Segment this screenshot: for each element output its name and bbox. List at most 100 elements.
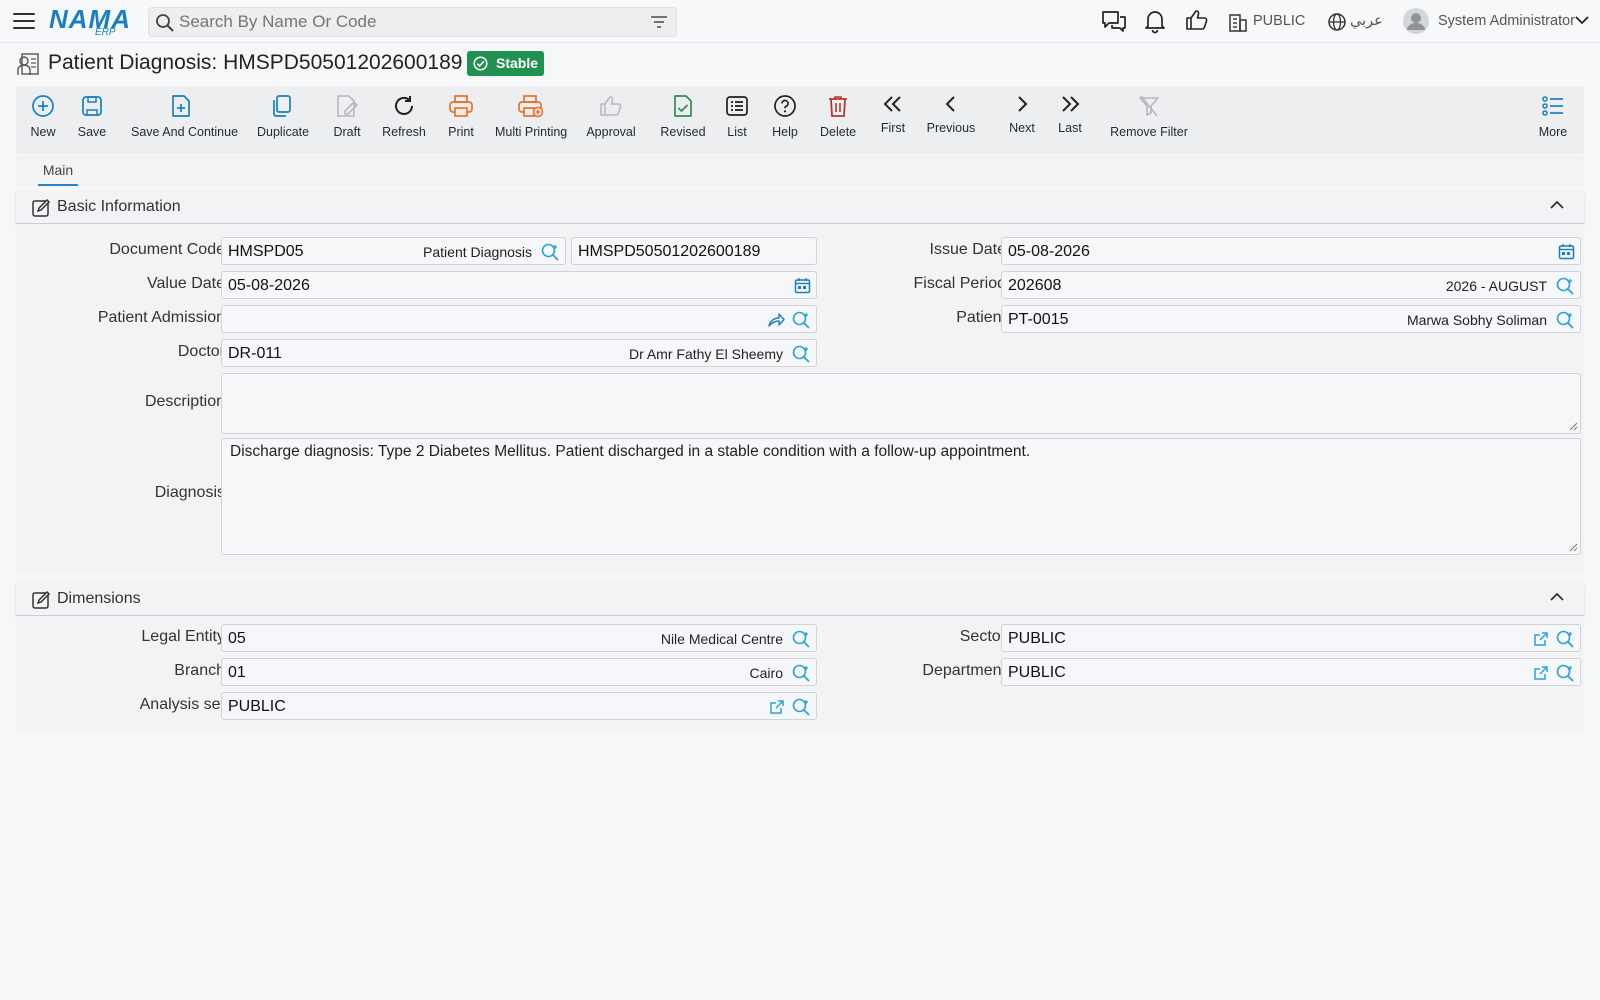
multi-printing-label: Multi Printing (495, 125, 568, 139)
chat-icon[interactable] (1101, 8, 1127, 34)
analysis-set-field[interactable]: PUBLIC (221, 692, 817, 720)
document-number-value: HMSPD50501202600189 (578, 243, 761, 260)
lookup-search-icon[interactable] (1556, 630, 1574, 648)
lookup-search-icon[interactable] (1556, 311, 1574, 329)
logo[interactable]: NAMA ERP (49, 6, 131, 38)
document-code-field[interactable]: HMSPD05 Patient Diagnosis (221, 237, 566, 265)
refresh-button[interactable]: Refresh (381, 94, 427, 139)
legal-entity-value: 05 (228, 630, 246, 647)
filter-icon[interactable] (650, 14, 668, 30)
diagnosis-value: Discharge diagnosis: Type 2 Diabetes Mel… (230, 443, 1031, 460)
sector-value: PUBLIC (1008, 630, 1066, 647)
lookup-search-icon[interactable] (1556, 664, 1574, 682)
search-icon (156, 14, 174, 32)
filter-off-icon (1139, 95, 1159, 117)
section-header[interactable]: Basic Information (16, 190, 1584, 224)
help-button[interactable]: Help (772, 94, 798, 139)
plus-circle-icon (32, 95, 54, 117)
more-button[interactable]: More (1538, 94, 1568, 139)
draft-button[interactable]: Draft (332, 94, 362, 139)
print-button[interactable]: Print (446, 94, 476, 139)
edit-icon (32, 590, 51, 609)
doctor-field[interactable]: DR-011 Dr Amr Fathy El Sheemy (221, 339, 817, 367)
lookup-search-icon[interactable] (792, 630, 810, 648)
lookup-search-icon[interactable] (792, 345, 810, 363)
resize-handle-icon[interactable] (1568, 542, 1578, 552)
document-number-field[interactable]: HMSPD50501202600189 (571, 237, 817, 265)
branch-field[interactable]: 01 Cairo (221, 658, 817, 686)
chevron-down-icon[interactable] (1575, 15, 1589, 25)
sector-label: Sector (959, 628, 1006, 645)
list-button[interactable]: List (724, 94, 750, 139)
avatar-icon[interactable] (1402, 7, 1430, 35)
patient-admission-field[interactable] (221, 305, 817, 333)
doctor-value: DR-011 (228, 345, 282, 362)
description-label: Description (144, 393, 225, 410)
user-name[interactable]: System Administrator (1438, 13, 1575, 29)
status-badge: Stable (467, 51, 544, 76)
copy-icon (273, 95, 291, 117)
remove-filter-button[interactable]: Remove Filter (1094, 94, 1204, 139)
language-selector[interactable]: عربي (1350, 13, 1383, 29)
search-input[interactable] (179, 12, 619, 32)
more-label: More (1538, 125, 1568, 139)
bell-icon[interactable] (1143, 8, 1167, 34)
company-selector[interactable]: PUBLIC (1253, 13, 1305, 29)
list-label: List (727, 125, 747, 139)
chevron-up-icon[interactable] (1550, 200, 1564, 210)
last-button[interactable]: Last (1054, 94, 1086, 135)
external-link-icon[interactable] (1533, 631, 1549, 647)
status-label: Stable (496, 55, 539, 71)
calendar-icon[interactable] (1558, 243, 1575, 260)
save-button[interactable]: Save (77, 94, 107, 139)
thumbs-up-icon[interactable] (1185, 8, 1209, 32)
fiscal-period-field[interactable]: 202608 2026 - AUGUST (1001, 271, 1581, 299)
section-header[interactable]: Dimensions (16, 582, 1584, 616)
approval-button[interactable]: Approval (586, 94, 636, 139)
lookup-search-icon[interactable] (792, 311, 810, 329)
delete-button[interactable]: Delete (820, 94, 856, 139)
print-label: Print (448, 125, 474, 139)
lookup-search-icon[interactable] (1556, 277, 1574, 295)
chevron-up-icon[interactable] (1550, 592, 1564, 602)
new-button[interactable]: New (28, 94, 58, 139)
save-and-continue-label: Save And Continue (131, 125, 239, 139)
action-toolbar: New Save Save And Continue Duplicate Dra… (16, 86, 1584, 154)
share-arrow-icon[interactable] (767, 311, 785, 329)
duplicate-button[interactable]: Duplicate (257, 94, 309, 139)
department-field[interactable]: PUBLIC (1001, 658, 1581, 686)
page-title: Patient Diagnosis: HMSPD50501202600189 (48, 51, 463, 74)
value-date-value: 05-08-2026 (228, 277, 310, 294)
legal-entity-field[interactable]: 05 Nile Medical Centre (221, 624, 817, 652)
double-chevron-right-icon (1062, 96, 1080, 112)
external-link-icon[interactable] (769, 699, 785, 715)
diagnosis-textarea[interactable]: Discharge diagnosis: Type 2 Diabetes Mel… (221, 438, 1581, 555)
calendar-icon[interactable] (794, 277, 811, 294)
previous-button[interactable]: Previous (926, 94, 976, 135)
lookup-search-icon[interactable] (792, 698, 810, 716)
sector-field[interactable]: PUBLIC (1001, 624, 1581, 652)
lookup-search-icon[interactable] (541, 243, 559, 261)
external-link-icon[interactable] (1533, 665, 1549, 681)
branch-value: 01 (228, 664, 246, 681)
menu-icon[interactable] (13, 13, 35, 29)
value-date-field[interactable]: 05-08-2026 (221, 271, 817, 299)
multi-printer-icon (518, 95, 544, 118)
remove-filter-label: Remove Filter (1110, 125, 1188, 139)
multi-printing-button[interactable]: Multi Printing (495, 94, 567, 139)
trash-icon (829, 96, 847, 117)
branch-description: Cairo (749, 665, 783, 681)
first-button[interactable]: First (878, 94, 908, 135)
revised-button[interactable]: Revised (660, 94, 706, 139)
analysis-set-value: PUBLIC (228, 698, 286, 715)
tab-main[interactable]: Main (38, 162, 78, 186)
doctor-description: Dr Amr Fathy El Sheemy (628, 346, 783, 362)
next-button[interactable]: Next (1002, 94, 1042, 135)
resize-handle-icon[interactable] (1568, 421, 1578, 431)
description-textarea[interactable] (221, 373, 1581, 434)
issue-date-field[interactable]: 05-08-2026 (1001, 237, 1581, 265)
help-label: Help (772, 125, 798, 139)
save-and-continue-button[interactable]: Save And Continue (131, 94, 239, 139)
lookup-search-icon[interactable] (792, 664, 810, 682)
patient-field[interactable]: PT-0015 Marwa Sobhy Soliman (1001, 305, 1581, 333)
